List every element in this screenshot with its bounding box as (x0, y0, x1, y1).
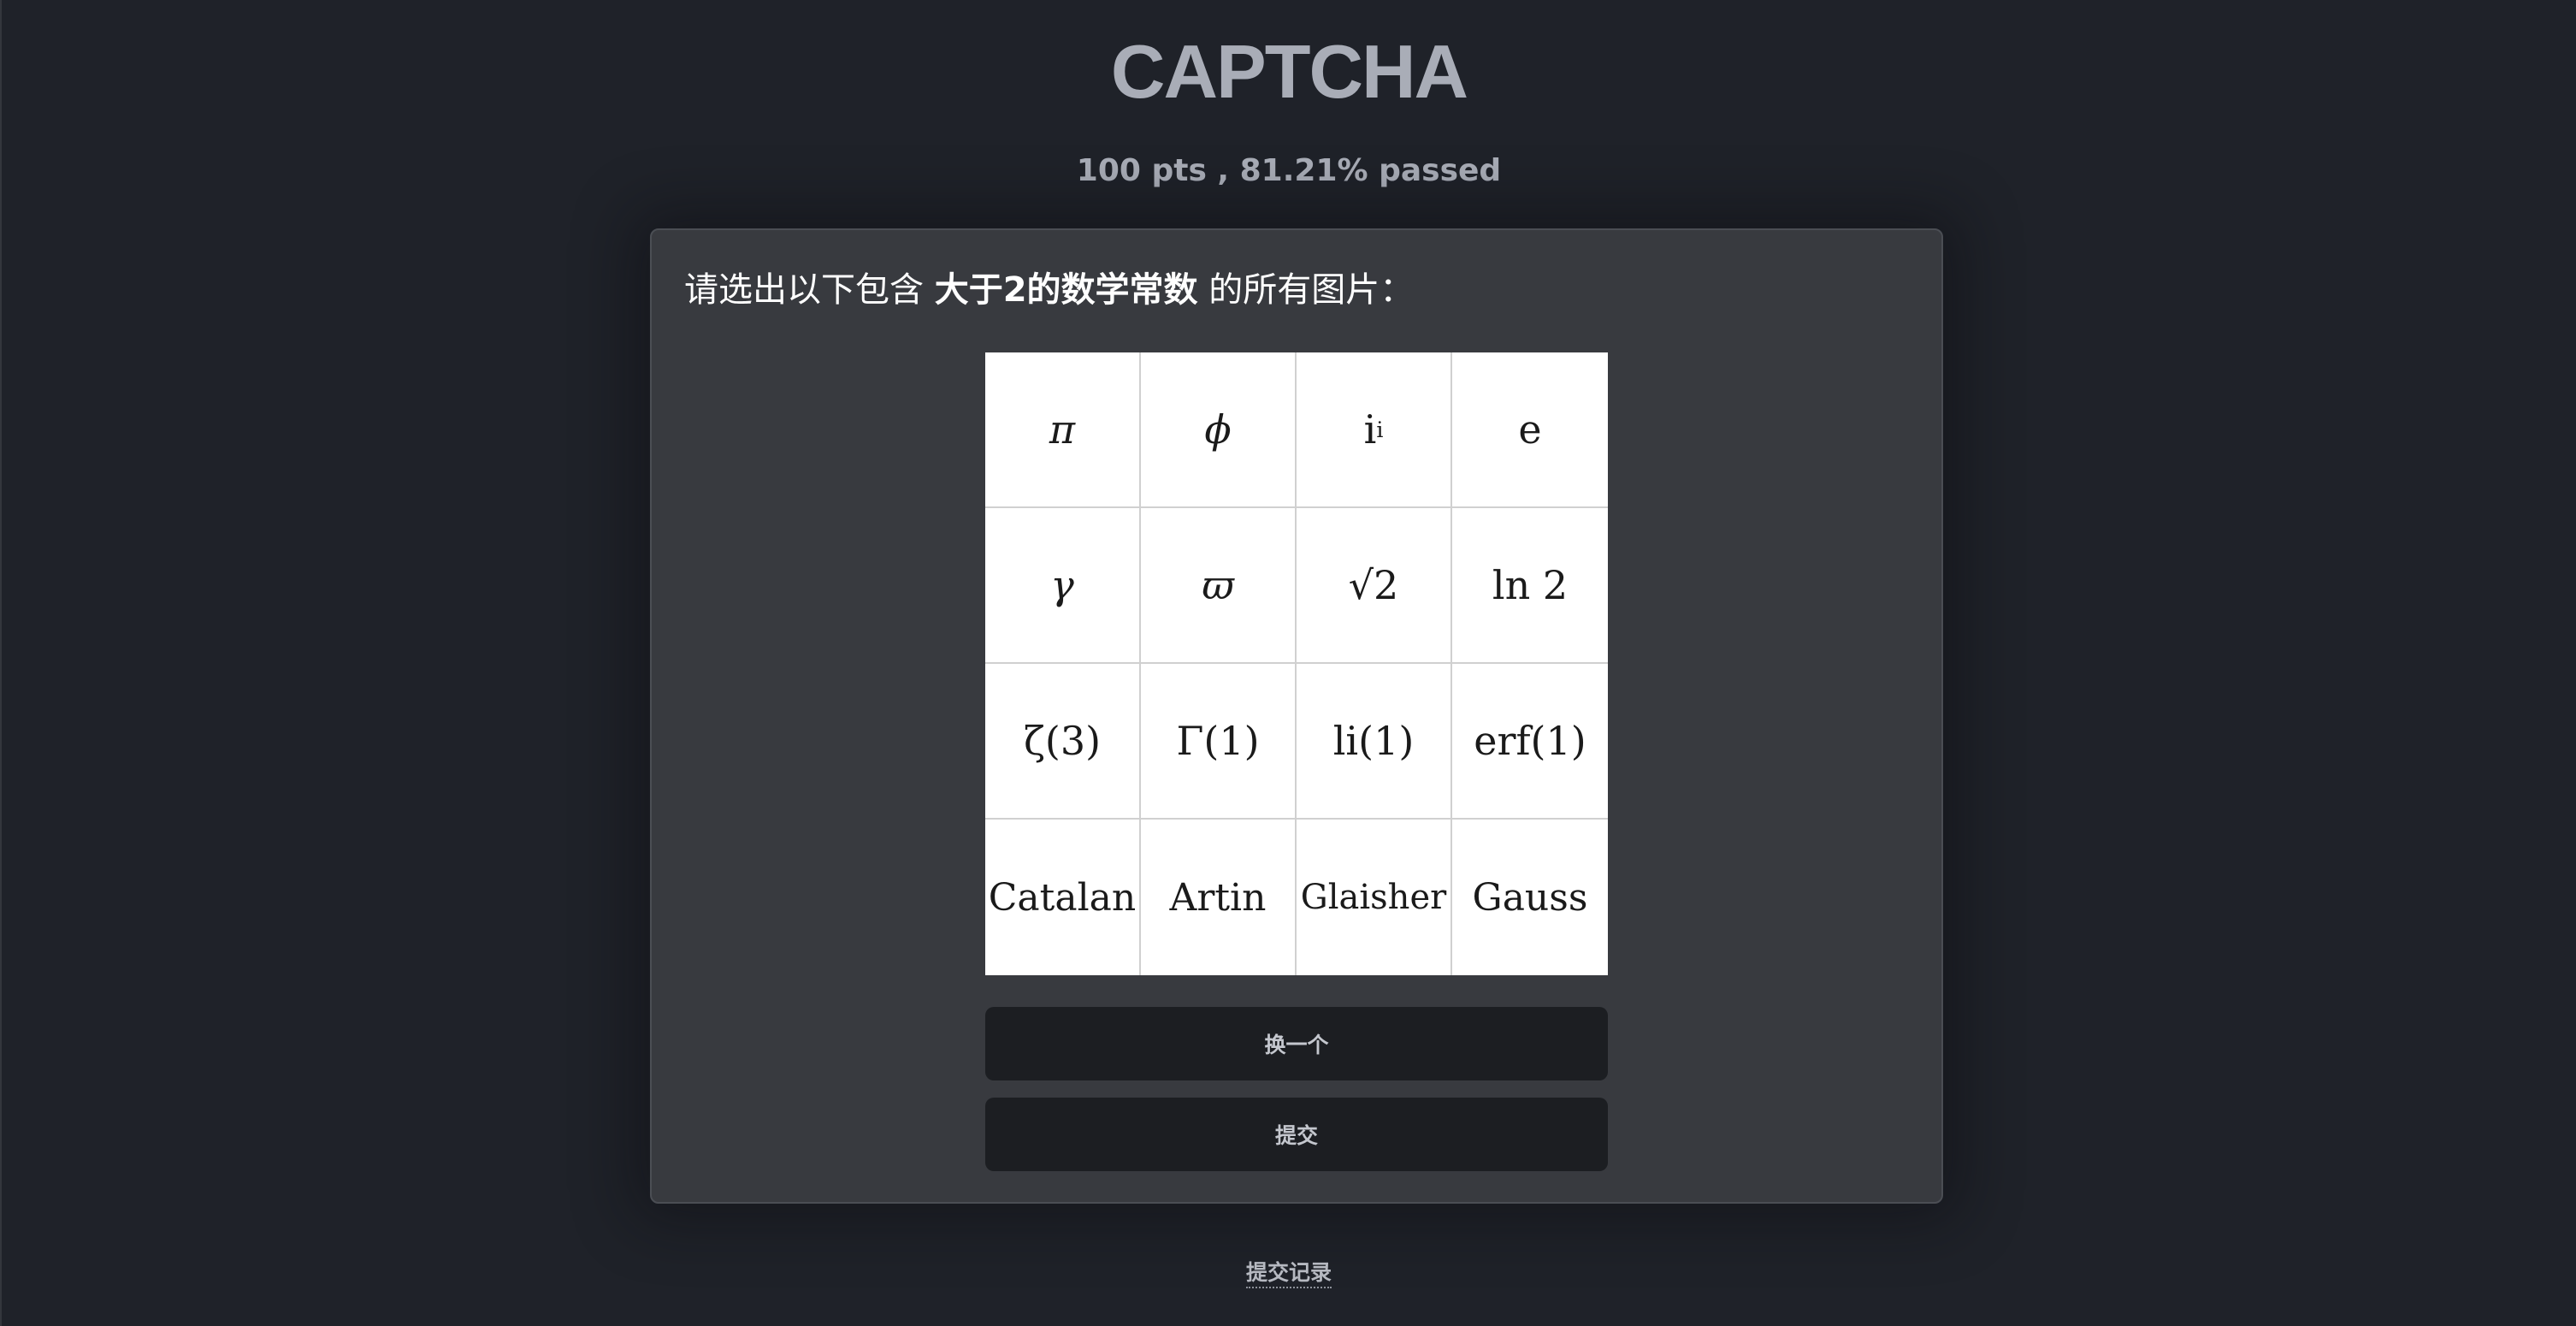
tile-sqrt-2[interactable]: √2 (1297, 508, 1452, 664)
tile-li-1[interactable]: li(1) (1297, 664, 1452, 820)
captcha-panel: 请选出以下包含 大于2的数学常数 的所有图片： π ϕ ii e γ ϖ √2 … (650, 228, 1943, 1204)
tile-catalan[interactable]: Catalan (985, 820, 1141, 975)
tile-artin[interactable]: Artin (1141, 820, 1297, 975)
tile-e[interactable]: e (1452, 352, 1608, 508)
captcha-tile-grid: π ϕ ii e γ ϖ √2 ln 2 ζ(3) Γ(1) li(1) erf… (985, 352, 1608, 975)
tile-ln-2[interactable]: ln 2 (1452, 508, 1608, 664)
tile-exponent: i (1376, 417, 1384, 442)
tile-varpi[interactable]: ϖ (1141, 508, 1297, 664)
tile-gamma[interactable]: γ (985, 508, 1141, 664)
submit-button[interactable]: 提交 (985, 1098, 1608, 1171)
page-title: CAPTCHA (1110, 29, 1468, 114)
tile-pi[interactable]: π (985, 352, 1141, 508)
tile-i-to-i[interactable]: ii (1297, 352, 1452, 508)
tile-phi[interactable]: ϕ (1141, 352, 1297, 508)
prompt-highlight: 大于2的数学常数 (934, 270, 1198, 310)
tile-erf-1[interactable]: erf(1) (1452, 664, 1608, 820)
tile-gamma-fn-1[interactable]: Γ(1) (1141, 664, 1297, 820)
tile-glaisher[interactable]: Glaisher (1297, 820, 1452, 975)
tile-zeta-3[interactable]: ζ(3) (985, 664, 1141, 820)
prompt-prefix: 请选出以下包含 (684, 270, 935, 310)
submission-history-link[interactable]: 提交记录 (1245, 1260, 1332, 1288)
submission-history-footer: 提交记录 (2, 1256, 2576, 1290)
score-stats: 100 pts , 81.21% passed (1076, 153, 1502, 188)
refresh-button[interactable]: 换一个 (985, 1007, 1608, 1080)
challenge-prompt: 请选出以下包含 大于2的数学常数 的所有图片： (684, 264, 1414, 316)
tile-gauss[interactable]: Gauss (1452, 820, 1608, 975)
prompt-suffix: 的所有图片： (1197, 270, 1415, 310)
tile-base: i (1363, 406, 1377, 453)
